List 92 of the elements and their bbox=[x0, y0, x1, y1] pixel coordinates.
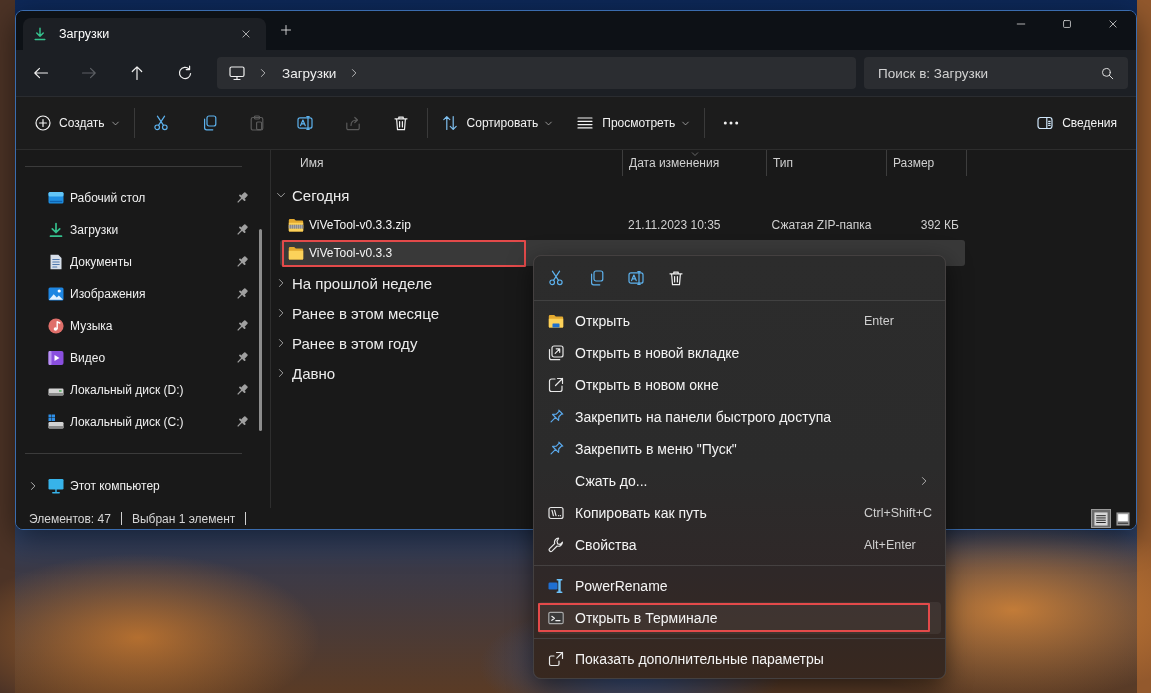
nav-item[interactable]: Изображения bbox=[16, 278, 270, 310]
chevron-down-icon bbox=[690, 150, 699, 158]
status-text: Элементов: 47 bbox=[29, 511, 111, 526]
monitor-icon bbox=[229, 65, 245, 81]
file-size: 392 КБ bbox=[920, 218, 959, 232]
pin-outline-icon bbox=[548, 441, 564, 457]
rename-icon bbox=[628, 270, 644, 286]
menu-item[interactable]: Закрепить на панели быстрого доступа bbox=[538, 401, 941, 433]
chevron-right-icon bbox=[276, 308, 286, 318]
chevron-right-icon bbox=[276, 368, 286, 378]
status-text: Выбран 1 элемент bbox=[131, 511, 236, 526]
open-folder-icon bbox=[548, 313, 564, 329]
copy-icon bbox=[588, 270, 604, 286]
file-name: ViVeTool-v0.3.3.zip bbox=[309, 218, 411, 232]
chevron-right-icon bbox=[276, 338, 286, 348]
details-pane-icon bbox=[1037, 115, 1054, 131]
nav-item[interactable]: Загрузки bbox=[16, 214, 270, 246]
keyboard-shortcut: Ctrl+Shift+C bbox=[864, 506, 933, 520]
date-modified: 21.11.2023 10:35 bbox=[628, 218, 721, 232]
scrollbar[interactable] bbox=[259, 229, 262, 431]
menu-item[interactable]: Открыть в новой вкладке bbox=[538, 337, 941, 369]
nav-item[interactable]: Локальный диск (D:) bbox=[16, 374, 270, 406]
view-button[interactable]: Просмотреть bbox=[569, 105, 699, 141]
close-icon bbox=[1108, 19, 1118, 29]
menu-item[interactable]: Закрепить в меню "Пуск" bbox=[538, 433, 941, 465]
sort-button[interactable]: Сортировать bbox=[433, 105, 562, 141]
new-tab-icon bbox=[548, 345, 564, 361]
trash-icon bbox=[668, 270, 684, 286]
terminal-icon bbox=[548, 610, 564, 626]
column-header[interactable]: Размер bbox=[886, 150, 967, 176]
details-view-icon bbox=[1094, 511, 1108, 526]
expand-options-icon bbox=[548, 651, 564, 667]
chevron-right-icon bbox=[276, 278, 286, 288]
folder-icon bbox=[288, 245, 304, 261]
download-icon bbox=[48, 222, 64, 238]
search-field[interactable]: Поиск в: Загрузки bbox=[864, 57, 1128, 89]
tab[interactable]: Загрузки bbox=[23, 18, 266, 50]
menu-item[interactable]: Сжать до... bbox=[538, 465, 941, 497]
details-button[interactable]: Сведения bbox=[1029, 105, 1125, 141]
tiles-view-button[interactable] bbox=[1113, 509, 1133, 528]
nav-item[interactable]: Видео bbox=[16, 342, 270, 374]
desktop-icon bbox=[48, 190, 64, 206]
menu-item[interactable]: Свойства Alt+Enter bbox=[538, 529, 941, 561]
column-header[interactable]: Тип bbox=[766, 150, 886, 176]
keyboard-shortcut: Enter bbox=[864, 314, 895, 328]
menu-item[interactable]: Копировать как путь Ctrl+Shift+C bbox=[538, 497, 941, 529]
download-icon bbox=[33, 27, 47, 41]
computer-icon bbox=[48, 478, 64, 494]
search-icon bbox=[1101, 66, 1114, 80]
nav-item[interactable]: Рабочий стол bbox=[16, 182, 270, 214]
group-header[interactable]: Ранее в этом году bbox=[276, 329, 422, 357]
close-icon bbox=[241, 29, 251, 39]
file-type: Сжатая ZIP-папка bbox=[771, 218, 872, 232]
document-icon bbox=[48, 254, 64, 270]
breadcrumb[interactable]: Загрузки bbox=[282, 65, 337, 81]
new-window-icon bbox=[548, 377, 564, 393]
tiles-view-icon bbox=[1116, 511, 1130, 526]
column-header[interactable]: Дата изменения bbox=[622, 150, 766, 176]
address-bar[interactable]: Загрузки bbox=[217, 57, 856, 89]
nav-item[interactable]: Музыка bbox=[16, 310, 270, 342]
menu-item[interactable]: Открыть в новом окне bbox=[538, 369, 941, 401]
video-icon bbox=[48, 350, 64, 366]
group-header[interactable]: Давно bbox=[276, 359, 340, 387]
rename-cursor-icon bbox=[548, 578, 564, 594]
menu-item[interactable]: PowerRename bbox=[538, 570, 941, 602]
file-row[interactable]: ViVeTool-v0.3.3.zip 21.11.2023 10:35 Сжатая ZIP-папка 392 КБ bbox=[280, 212, 965, 238]
column-header[interactable]: Имя bbox=[280, 150, 622, 176]
chevron-down-icon bbox=[276, 190, 286, 200]
file-name: ViVeTool-v0.3.3 bbox=[309, 246, 393, 260]
nav-item[interactable]: Локальный диск (C:) bbox=[16, 406, 270, 438]
copy-path-icon bbox=[548, 505, 564, 521]
chevron-right-icon bbox=[258, 68, 268, 78]
menu-item[interactable]: Открыть в Терминале bbox=[538, 602, 941, 634]
group-header[interactable]: Ранее в этом месяце bbox=[276, 299, 443, 327]
picture-icon bbox=[48, 286, 64, 302]
system-drive-icon bbox=[48, 414, 64, 430]
group-header[interactable]: Сегодня bbox=[276, 181, 354, 209]
maximize-icon bbox=[1062, 19, 1072, 29]
menu-item[interactable]: Показать дополнительные параметры bbox=[538, 643, 941, 675]
group-header[interactable]: На прошлой неделе bbox=[276, 269, 436, 297]
wrench-icon bbox=[548, 537, 564, 553]
details-view-button[interactable] bbox=[1091, 509, 1111, 528]
keyboard-shortcut: Alt+Enter bbox=[864, 538, 917, 552]
nav-item[interactable]: Документы bbox=[16, 246, 270, 278]
zip-folder-icon bbox=[288, 217, 304, 233]
menu-item[interactable]: Открыть Enter bbox=[538, 305, 941, 337]
new-button[interactable]: Создать bbox=[27, 105, 128, 141]
scissors-icon bbox=[548, 270, 564, 286]
music-note-icon bbox=[48, 318, 64, 334]
plus-icon bbox=[280, 24, 292, 36]
nav-item[interactable]: Этот компьютер bbox=[16, 470, 270, 502]
pin-outline-icon bbox=[548, 409, 564, 425]
